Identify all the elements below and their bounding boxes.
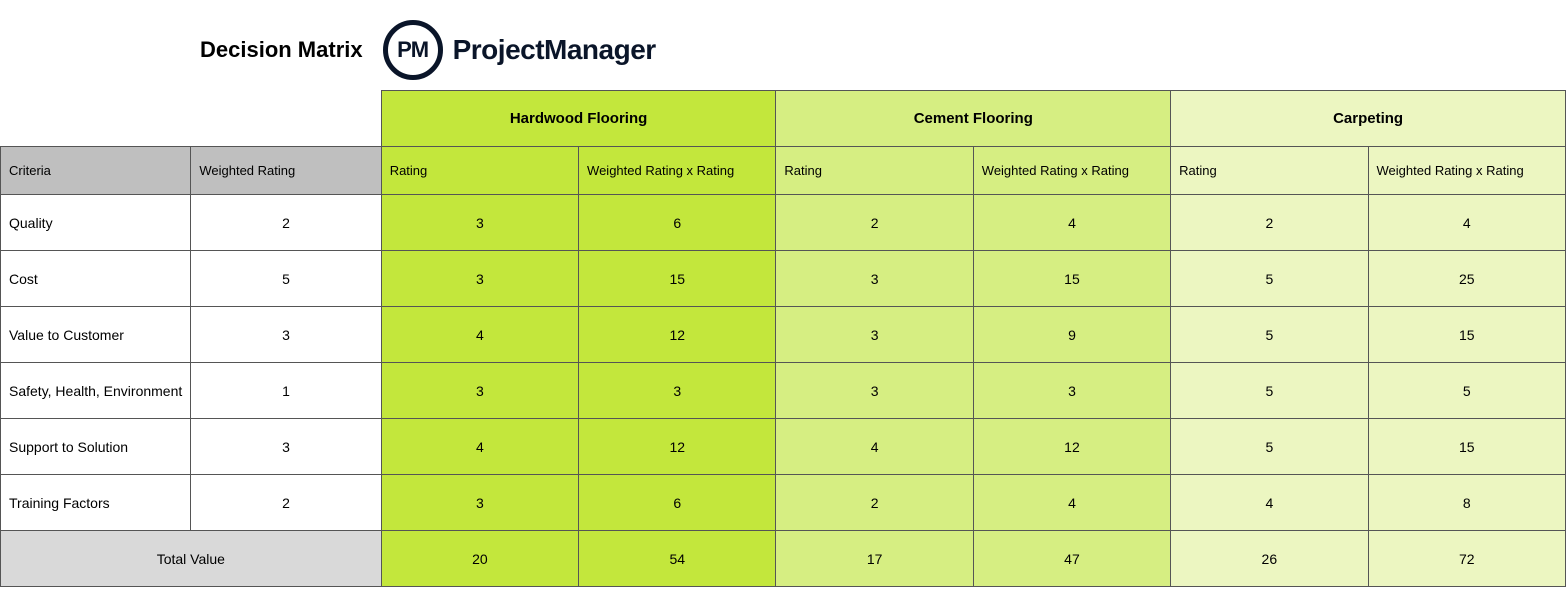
total-cell: 54	[579, 531, 776, 587]
value-cell: 3	[973, 363, 1170, 419]
table-row: Training Factors 2 3 6 2 4 4 8	[1, 475, 1566, 531]
total-cell: 72	[1368, 531, 1565, 587]
value-cell: 8	[1368, 475, 1565, 531]
table-row: Support to Solution 3 4 12 4 12 5 15	[1, 419, 1566, 475]
weight-cell: 5	[191, 251, 381, 307]
weight-cell: 1	[191, 363, 381, 419]
value-cell: 2	[776, 195, 973, 251]
value-cell: 3	[381, 363, 578, 419]
document-header: Decision Matrix PM ProjectManager	[0, 0, 1566, 90]
brand-name: ProjectManager	[453, 34, 656, 66]
value-cell: 3	[381, 251, 578, 307]
weight-cell: 2	[191, 475, 381, 531]
option-header: Cement Flooring	[776, 91, 1171, 147]
col-weighted-x-rating: Weighted Rating x Rating	[1368, 147, 1565, 195]
value-cell: 3	[776, 363, 973, 419]
value-cell: 4	[973, 195, 1170, 251]
col-weighted-x-rating: Weighted Rating x Rating	[579, 147, 776, 195]
criteria-cell: Training Factors	[1, 475, 191, 531]
criteria-cell: Support to Solution	[1, 419, 191, 475]
table-row: Value to Customer 3 4 12 3 9 5 15	[1, 307, 1566, 363]
value-cell: 5	[1171, 419, 1368, 475]
table-row: Quality 2 3 6 2 4 2 4	[1, 195, 1566, 251]
total-cell: 47	[973, 531, 1170, 587]
value-cell: 3	[579, 363, 776, 419]
blank-corner	[1, 91, 382, 147]
value-cell: 4	[381, 419, 578, 475]
value-cell: 4	[1171, 475, 1368, 531]
value-cell: 9	[973, 307, 1170, 363]
criteria-cell: Safety, Health, Environment	[1, 363, 191, 419]
value-cell: 5	[1171, 363, 1368, 419]
value-cell: 12	[579, 307, 776, 363]
col-rating: Rating	[381, 147, 578, 195]
value-cell: 3	[776, 307, 973, 363]
sub-header-row: Criteria Weighted Rating Rating Weighted…	[1, 147, 1566, 195]
total-cell: 26	[1171, 531, 1368, 587]
total-cell: 20	[381, 531, 578, 587]
option-header: Carpeting	[1171, 91, 1566, 147]
total-row: Total Value 20 54 17 47 26 72	[1, 531, 1566, 587]
value-cell: 3	[776, 251, 973, 307]
total-cell: 17	[776, 531, 973, 587]
value-cell: 4	[381, 307, 578, 363]
page-title: Decision Matrix	[200, 37, 363, 63]
table-row: Cost 5 3 15 3 15 5 25	[1, 251, 1566, 307]
option-header-row: Hardwood Flooring Cement Flooring Carpet…	[1, 91, 1566, 147]
option-header: Hardwood Flooring	[381, 91, 776, 147]
value-cell: 15	[973, 251, 1170, 307]
value-cell: 6	[579, 475, 776, 531]
table-row: Safety, Health, Environment 1 3 3 3 3 5 …	[1, 363, 1566, 419]
criteria-cell: Cost	[1, 251, 191, 307]
pm-logo-icon: PM	[383, 20, 443, 80]
value-cell: 12	[579, 419, 776, 475]
value-cell: 5	[1171, 307, 1368, 363]
col-rating: Rating	[776, 147, 973, 195]
total-label: Total Value	[1, 531, 382, 587]
weight-cell: 2	[191, 195, 381, 251]
col-weighted-rating: Weighted Rating	[191, 147, 381, 195]
decision-matrix-table: Hardwood Flooring Cement Flooring Carpet…	[0, 90, 1566, 587]
weight-cell: 3	[191, 307, 381, 363]
value-cell: 15	[1368, 307, 1565, 363]
col-weighted-x-rating: Weighted Rating x Rating	[973, 147, 1170, 195]
value-cell: 5	[1171, 251, 1368, 307]
value-cell: 2	[1171, 195, 1368, 251]
value-cell: 15	[1368, 419, 1565, 475]
value-cell: 4	[973, 475, 1170, 531]
criteria-cell: Value to Customer	[1, 307, 191, 363]
value-cell: 6	[579, 195, 776, 251]
value-cell: 3	[381, 195, 578, 251]
col-rating: Rating	[1171, 147, 1368, 195]
criteria-cell: Quality	[1, 195, 191, 251]
value-cell: 15	[579, 251, 776, 307]
value-cell: 3	[381, 475, 578, 531]
value-cell: 4	[1368, 195, 1565, 251]
value-cell: 4	[776, 419, 973, 475]
weight-cell: 3	[191, 419, 381, 475]
value-cell: 5	[1368, 363, 1565, 419]
col-criteria: Criteria	[1, 147, 191, 195]
value-cell: 25	[1368, 251, 1565, 307]
brand-logo: PM ProjectManager	[383, 20, 656, 80]
value-cell: 12	[973, 419, 1170, 475]
value-cell: 2	[776, 475, 973, 531]
